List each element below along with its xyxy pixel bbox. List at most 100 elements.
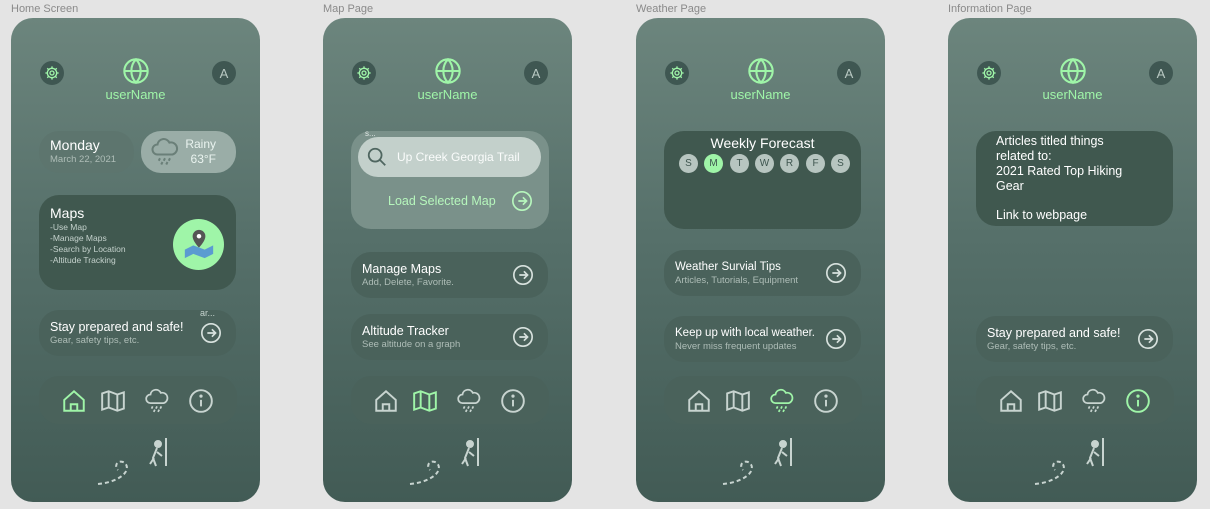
article-text: 2021 Rated Top Hiking [996, 164, 1123, 178]
hiker-icon [1034, 438, 1104, 485]
bottom-nav [976, 376, 1174, 424]
arrow-right-circle-icon[interactable] [825, 328, 847, 350]
hiker-icon [409, 438, 479, 485]
prepared-title: Stay prepared and safe! [987, 326, 1121, 340]
globe-icon[interactable] [434, 57, 462, 85]
home-screen: A userName Monday March 22, 2021 Rainy 6… [11, 18, 260, 502]
weather-card[interactable]: Rainy 63°F [141, 131, 236, 173]
day-button[interactable]: S [831, 154, 850, 173]
arrow-right-circle-icon[interactable] [512, 264, 534, 286]
info-icon[interactable] [1125, 388, 1151, 414]
info-icon[interactable] [500, 388, 526, 414]
tips-title: Weather Survial Tips [675, 261, 781, 273]
settings-button[interactable] [977, 61, 1001, 85]
article-card[interactable]: Articles titled things related to: 2021 … [976, 131, 1173, 226]
arrow-right-circle-icon[interactable] [512, 326, 534, 348]
map-pin-icon [184, 229, 214, 259]
altitude-sub: See altitude on a graph [362, 339, 461, 350]
avatar[interactable]: A [1149, 61, 1173, 85]
map-pin-badge [173, 219, 224, 270]
day-button-selected[interactable]: M [704, 154, 723, 173]
forecast-title: Weekly Forecast [710, 135, 815, 151]
settings-button[interactable] [665, 61, 689, 85]
weather-temp: 63°F [190, 152, 216, 166]
username: userName [1042, 87, 1103, 102]
arrow-right-circle-icon[interactable] [1137, 328, 1159, 350]
cloud-rain-icon[interactable] [769, 388, 795, 414]
globe-icon[interactable] [1059, 57, 1087, 85]
information-screen: A userName Articles titled things relate… [948, 18, 1197, 502]
article-text: Articles titled things [996, 134, 1104, 148]
manage-maps-card[interactable]: Manage Maps Add, Delete, Favorite. [351, 252, 548, 298]
local-title: Keep up with local weather. [675, 327, 816, 339]
gear-icon [45, 66, 59, 80]
maps-item: -Altitude Tracking [50, 255, 116, 265]
frame-label-home: Home Screen [11, 3, 79, 15]
day-button[interactable]: S [679, 154, 698, 173]
frame-label-info: Information Page [948, 3, 1032, 15]
gear-icon [357, 66, 371, 80]
avatar[interactable]: A [212, 61, 236, 85]
bottom-nav [351, 376, 549, 424]
article-link[interactable]: Link to webpage [996, 208, 1087, 222]
prepared-card[interactable]: ar... Stay prepared and safe! Gear, safe… [39, 308, 236, 356]
day-button[interactable]: W [755, 154, 774, 173]
hiker-icon [722, 438, 792, 485]
hiker-icon [97, 438, 167, 485]
cloud-rain-icon[interactable] [144, 388, 170, 414]
avatar[interactable]: A [524, 61, 548, 85]
globe-icon[interactable] [122, 57, 150, 85]
cloud-rain-icon[interactable] [1081, 388, 1107, 414]
gear-icon [982, 66, 996, 80]
globe-icon[interactable] [747, 57, 775, 85]
home-icon[interactable] [686, 388, 712, 414]
settings-button[interactable] [352, 61, 376, 85]
load-map-button[interactable]: Load Selected Map [388, 194, 496, 208]
weekly-forecast-card: Weekly Forecast S M T W R F S [664, 131, 861, 229]
date-day: Monday [50, 137, 100, 153]
settings-button[interactable] [40, 61, 64, 85]
weather-tips-card[interactable]: Weather Survial Tips Articles, Tutorials… [664, 250, 861, 296]
arrow-right-circle-icon[interactable] [200, 322, 222, 344]
manage-maps-title: Manage Maps [362, 262, 442, 276]
prepared-card[interactable]: Stay prepared and safe! Gear, safety tip… [976, 316, 1173, 362]
date-full: March 22, 2021 [50, 154, 117, 165]
home-icon[interactable] [998, 388, 1024, 414]
local-weather-card[interactable]: Keep up with local weather. Never miss f… [664, 316, 861, 362]
map-icon[interactable] [412, 388, 438, 414]
day-button[interactable]: F [806, 154, 825, 173]
map-icon[interactable] [725, 388, 751, 414]
maps-item: -Use Map [50, 222, 87, 232]
maps-item: -Manage Maps [50, 233, 107, 243]
article-text: related to: [996, 149, 1052, 163]
bottom-nav [664, 376, 862, 424]
info-icon[interactable] [813, 388, 839, 414]
tips-sub: Articles, Tutorials, Equipment [675, 275, 799, 286]
username: userName [105, 87, 166, 102]
home-icon[interactable] [61, 388, 87, 414]
username: userName [417, 87, 478, 102]
maps-item: -Search by Location [50, 244, 126, 254]
search-value: Up Creek Georgia Trail [397, 150, 520, 164]
maps-card[interactable]: Maps -Use Map -Manage Maps -Search by Lo… [39, 195, 236, 290]
map-icon[interactable] [1037, 388, 1063, 414]
weather-screen: A userName Weekly Forecast S M T W R F S… [636, 18, 885, 502]
day-button[interactable]: T [730, 154, 749, 173]
cloud-rain-icon[interactable] [456, 388, 482, 414]
home-icon[interactable] [373, 388, 399, 414]
date-card: Monday March 22, 2021 [39, 131, 134, 173]
prepared-sub: Gear, safety tips, etc. [987, 341, 1077, 352]
info-icon[interactable] [188, 388, 214, 414]
search-input[interactable]: Up Creek Georgia Trail [358, 137, 541, 177]
arrow-right-circle-icon[interactable] [825, 262, 847, 284]
gear-icon [670, 66, 684, 80]
altitude-title: Altitude Tracker [362, 324, 449, 338]
frame-label-map: Map Page [323, 3, 374, 15]
avatar[interactable]: A [837, 61, 861, 85]
altitude-tracker-card[interactable]: Altitude Tracker See altitude on a graph [351, 314, 548, 360]
map-icon[interactable] [100, 388, 126, 414]
cloud-rain-icon [151, 138, 179, 165]
day-button[interactable]: R [780, 154, 799, 173]
arrow-right-circle-icon[interactable] [511, 190, 533, 212]
bottom-nav [39, 376, 237, 424]
